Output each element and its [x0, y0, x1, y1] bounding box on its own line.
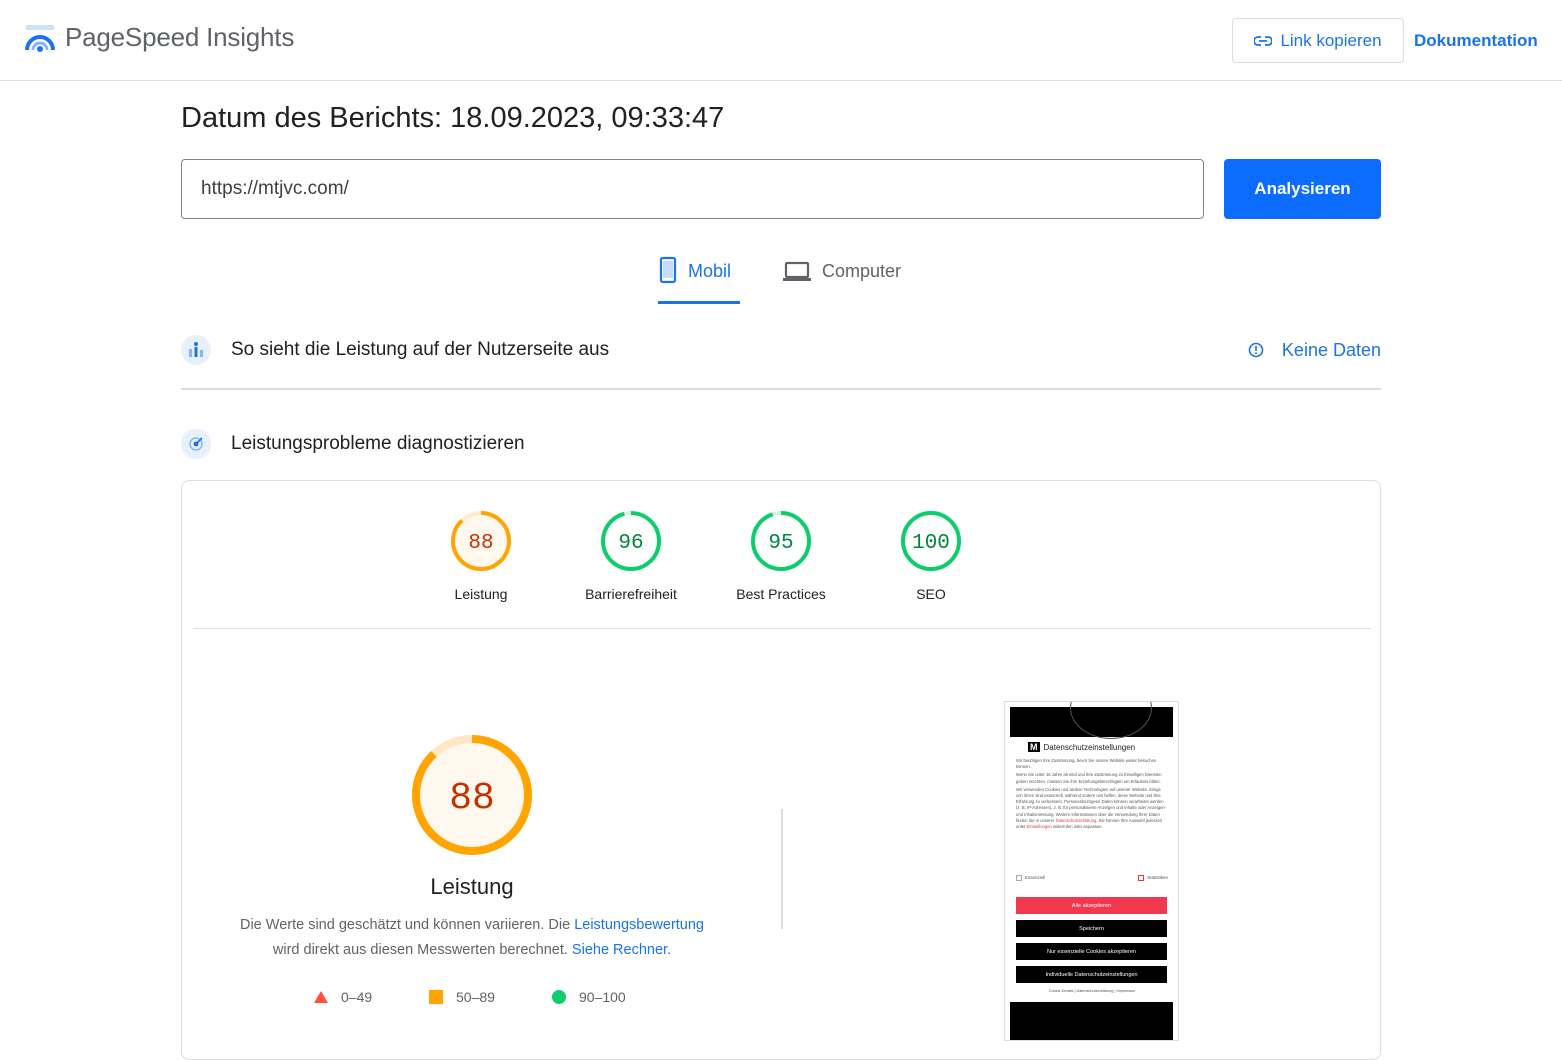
- score-ring-performance: 88: [451, 511, 511, 571]
- performance-score-value: 88: [449, 777, 495, 820]
- tab-computer-label: Computer: [822, 261, 902, 281]
- score-value-performance: 88: [468, 532, 493, 555]
- vertical-separator: [781, 809, 783, 929]
- calculator-link[interactable]: Siehe Rechner.: [572, 942, 671, 958]
- legend-fail: 0–49: [313, 989, 372, 1005]
- field-data-title: So sieht die Leistung auf der Nutzerseit…: [231, 339, 610, 360]
- thumbnail-logo: M: [1028, 742, 1040, 752]
- brand-title[interactable]: PageSpeed Insights: [65, 22, 294, 53]
- thumbnail-check-essential: Essenziell: [1016, 875, 1045, 881]
- no-data-link[interactable]: Keine Daten: [1248, 340, 1381, 361]
- thumbnail-bottom-image: [1010, 1002, 1173, 1040]
- tab-mobile[interactable]: Mobil: [658, 256, 740, 304]
- thumbnail-privacy-link: Datenschutzerklärung: [1055, 817, 1097, 823]
- performance-description: Die Werte sind geschätzt und können vari…: [222, 913, 722, 963]
- thumbnail-check-stats: Statistiken: [1138, 875, 1168, 881]
- legend-average: 50–89: [428, 989, 495, 1005]
- score-value-seo: 100: [912, 532, 950, 555]
- thumbnail-para-2: Wenn Sie unter 16 Jahre alt sind und Ihr…: [1016, 772, 1162, 784]
- thumbnail-checkboxes: Essenziell Statistiken: [1016, 875, 1168, 881]
- info-icon: [1248, 342, 1264, 358]
- score-gauge-seo[interactable]: 100 SEO: [856, 510, 1006, 602]
- performance-title: Leistung: [430, 874, 514, 899]
- pagespeed-logo-icon[interactable]: [24, 24, 56, 56]
- copy-link-button[interactable]: Link kopieren: [1232, 18, 1404, 63]
- score-value-accessibility: 96: [618, 532, 643, 555]
- score-ring-seo: 100: [901, 511, 961, 571]
- score-label-seo: SEO: [916, 586, 946, 602]
- score-gauge-performance[interactable]: 88 Leistung: [406, 510, 556, 602]
- link-icon: [1254, 35, 1273, 46]
- legend-average-range: 50–89: [456, 989, 495, 1005]
- thumbnail-consent-title: M Datenschutzeinstellungen: [1028, 742, 1135, 752]
- no-data-label: Keine Daten: [1281, 339, 1381, 360]
- phone-icon: [659, 256, 677, 284]
- triangle-icon: [314, 991, 328, 1003]
- report-date: Datum des Berichts: 18.09.2023, 09:33:47: [181, 102, 725, 134]
- score-ring-accessibility: 96: [601, 511, 661, 571]
- score-label-best-practices: Best Practices: [736, 586, 826, 602]
- analyze-button[interactable]: Analysieren: [1224, 159, 1381, 219]
- thumbnail-settings-link: Einstellungen: [1026, 824, 1052, 830]
- users-chart-icon: [181, 335, 211, 365]
- thumbnail-para-3-end2: widerrufen oder anpassen.: [1053, 824, 1103, 830]
- thumbnail-footer: Cookie-Details | Datenschutzerklärung | …: [1048, 989, 1136, 993]
- card-divider: [193, 628, 1371, 629]
- circle-icon: [552, 990, 566, 1004]
- thumbnail-title-text: Datenschutzeinstellungen: [1043, 742, 1136, 752]
- top-bar: PageSpeed Insights Link kopieren Dokumen…: [0, 0, 1562, 81]
- performance-big-gauge: 88: [412, 735, 532, 855]
- square-icon: [429, 990, 443, 1004]
- lab-diagnose-icon: [181, 429, 211, 459]
- thumbnail-para-3: Wir verwenden Cookies und andere Technol…: [1016, 787, 1168, 830]
- performance-score-link[interactable]: Leistungsbewertung: [574, 917, 704, 933]
- thumbnail-essential-button: Nur essenzielle Cookies akzeptieren: [1016, 943, 1167, 960]
- desc-text-1: Die Werte sind geschätzt und können vari…: [239, 917, 575, 933]
- field-data-section: So sieht die Leistung auf der Nutzerseit…: [181, 335, 1381, 365]
- lab-results-card: 88 Leistung 96 Barrierefreiheit 95 Best Pract…: [181, 480, 1381, 1060]
- score-gauge-accessibility[interactable]: 96 Barrierefreiheit: [556, 510, 706, 602]
- legend-fail-range: 0–49: [341, 989, 373, 1005]
- score-label-performance: Leistung: [454, 586, 508, 602]
- laptop-icon: [783, 261, 811, 281]
- section-divider: [181, 388, 1381, 390]
- score-value-best-practices: 95: [768, 532, 793, 555]
- diagnose-section: Leistungsprobleme diagnostizieren: [181, 429, 1381, 459]
- copy-link-label: Link kopieren: [1280, 30, 1382, 50]
- documentation-link[interactable]: Dokumentation: [1414, 31, 1538, 51]
- thumbnail-check-essential-label: Essenziell: [1025, 875, 1046, 881]
- thumbnail-check-stats-label: Statistiken: [1147, 875, 1168, 881]
- legend-pass: 90–100: [551, 989, 626, 1005]
- score-ring-best-practices: 95: [751, 511, 811, 571]
- tab-mobile-label: Mobil: [688, 261, 732, 281]
- thumbnail-consent-text: Wir benötigen Ihre Zustimmung, bevor Sie…: [1016, 758, 1168, 830]
- legend-pass-range: 90–100: [579, 989, 626, 1005]
- page-screenshot-thumbnail[interactable]: M Datenschutzeinstellungen Wir benötigen…: [1004, 701, 1179, 1041]
- tab-computer[interactable]: Computer: [782, 256, 901, 304]
- diagnose-title: Leistungsprobleme diagnostizieren: [231, 433, 525, 454]
- score-gauge-best-practices[interactable]: 95 Best Practices: [706, 510, 856, 602]
- thumbnail-individual-button: Individuelle Datenschutzeinstellungen: [1016, 966, 1167, 983]
- url-input[interactable]: [181, 159, 1204, 219]
- score-label-accessibility: Barrierefreiheit: [585, 586, 677, 602]
- desc-text-2: wird direkt aus diesen Messwerten berech…: [272, 942, 572, 958]
- thumbnail-accept-all-button: Alle akzeptieren: [1016, 897, 1167, 914]
- thumbnail-hero-image: [1010, 702, 1173, 739]
- thumbnail-para-1: Wir benötigen Ihre Zustimmung, bevor Sie…: [1016, 758, 1157, 770]
- thumbnail-save-button: Speichern: [1016, 920, 1167, 937]
